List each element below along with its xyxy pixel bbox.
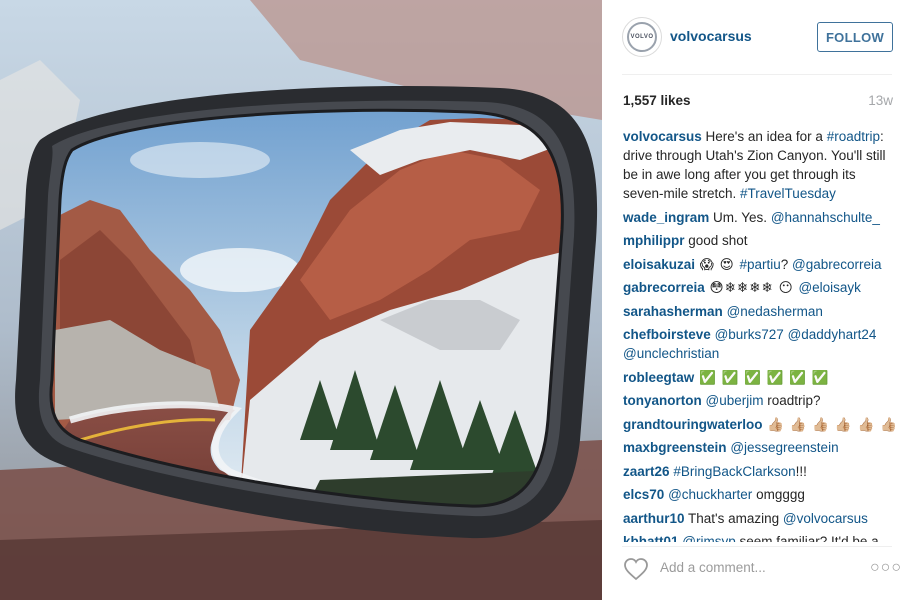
avatar[interactable]: VOLVO <box>622 17 662 57</box>
comment: gabrecorreia 😳❄❄❄❄ 😶 @eloisayk <box>623 278 898 297</box>
comment-text: roadtrip? <box>763 393 821 408</box>
post-username[interactable]: volvocarsus <box>670 28 752 44</box>
comment-mention[interactable]: @hannahschulte_ <box>771 210 880 225</box>
comment: elcs70 @chuckharter omgggg <box>623 485 898 504</box>
comment: grandtouringwaterloo 👍🏼 👍🏼 👍🏼 👍🏼 👍🏼 👍🏼 <box>623 415 898 434</box>
comment-text: good shot <box>684 233 748 248</box>
comment-username[interactable]: aarthur10 <box>623 511 685 526</box>
comment-mention[interactable]: @unclechristian <box>623 346 719 361</box>
comment-mention[interactable]: @chuckharter <box>668 487 752 502</box>
comment-text: ? <box>780 256 792 272</box>
comment-bar: ○○○ <box>602 547 917 600</box>
comment-text: 😱 😍 <box>695 256 740 272</box>
follow-button[interactable]: FOLLOW <box>817 22 893 52</box>
comment: aarthur10 That's amazing @volvocarsus <box>623 509 898 528</box>
volvo-logo-icon: VOLVO <box>627 22 657 52</box>
caption-text: Here's an idea for a <box>701 129 827 144</box>
comment-text: ✅ ✅ ✅ ✅ ✅ ✅ <box>694 369 830 385</box>
comment-mention[interactable]: @burks727 <box>715 327 784 342</box>
comment: chefboirsteve @burks727 @daddyhart24 @un… <box>623 325 898 363</box>
caption-hashtag[interactable]: #TravelTuesday <box>740 186 836 201</box>
comment-username[interactable]: maxbgreenstein <box>623 440 727 455</box>
comment-mention[interactable]: @uberjim <box>706 393 764 408</box>
comment: kbhatt01 @rimsyp seem familiar? It'd be … <box>623 532 898 542</box>
comment: tonyanorton @uberjim roadtrip? <box>623 391 898 410</box>
comment-username[interactable]: chefboirsteve <box>623 327 711 342</box>
comment: mphilippr good shot <box>623 231 898 250</box>
comment-username[interactable]: elcs70 <box>623 487 664 502</box>
comment-text: omgggg <box>752 487 805 502</box>
comment: wade_ingram Um. Yes. @hannahschulte_ <box>623 208 898 227</box>
comment-mention[interactable]: @rimsyp <box>682 534 735 542</box>
comment-mention[interactable]: @gabrecorreia <box>792 257 882 272</box>
comment-username[interactable]: eloisakuzai <box>623 257 695 272</box>
comment: zaart26 #BringBackClarkson!!! <box>623 462 898 481</box>
comment: sarahasherman @nedasherman <box>623 302 898 321</box>
comment-mention[interactable]: @volvocarsus <box>783 511 868 526</box>
more-options-icon[interactable]: ○○○ <box>870 559 902 577</box>
header-divider <box>622 74 892 75</box>
comment-username[interactable]: grandtouringwaterloo <box>623 417 763 432</box>
caption-username[interactable]: volvocarsus <box>623 129 702 144</box>
post-photo[interactable] <box>0 0 602 600</box>
avatar-logo-text: VOLVO <box>630 34 654 40</box>
comment-text: 👍🏼 👍🏼 👍🏼 👍🏼 👍🏼 👍🏼 <box>762 416 898 432</box>
comment-username[interactable]: robleegtaw <box>623 370 694 385</box>
comment: robleegtaw ✅ ✅ ✅ ✅ ✅ ✅ <box>623 368 898 387</box>
post-age[interactable]: 13w <box>868 93 893 108</box>
comment-username[interactable]: sarahasherman <box>623 304 723 319</box>
comment: eloisakuzai 😱 😍 #partiu? @gabrecorreia <box>623 255 898 274</box>
caption: volvocarsus Here's an idea for a #roadtr… <box>623 127 898 203</box>
comment-username[interactable]: gabrecorreia <box>623 280 705 295</box>
comment: maxbgreenstein @jessegreenstein <box>623 438 898 457</box>
comment-hashtag[interactable]: #BringBackClarkson <box>673 464 795 479</box>
comment-text: seem familiar? It'd be a <box>735 534 879 542</box>
add-comment-input[interactable] <box>660 560 860 575</box>
mirror-photo-illustration <box>0 0 602 600</box>
post-sidebar: VOLVO volvocarsus FOLLOW 1,557 likes 13w… <box>602 0 917 600</box>
comment-text: 😳❄❄❄❄ 😶 <box>704 280 799 295</box>
comment-text: !!! <box>795 463 807 479</box>
comment-hashtag[interactable]: #partiu <box>739 257 780 272</box>
comment-mention[interactable]: @nedasherman <box>727 304 823 319</box>
post-header: VOLVO volvocarsus FOLLOW <box>602 0 917 75</box>
comment-username[interactable]: kbhatt01 <box>623 534 679 542</box>
comment-username[interactable]: wade_ingram <box>623 210 709 225</box>
caption-hashtag[interactable]: #roadtrip <box>827 129 880 144</box>
comment-text: Um. Yes. <box>709 209 771 225</box>
comment-text: That's amazing <box>684 510 783 526</box>
comment-mention[interactable]: @daddyhart24 <box>788 327 877 342</box>
comment-mention[interactable]: @eloisayk <box>798 280 860 295</box>
comment-username[interactable]: tonyanorton <box>623 393 702 408</box>
comment-username[interactable]: zaart26 <box>623 464 670 479</box>
comment-mention[interactable]: @jessegreenstein <box>730 440 838 455</box>
comment-username[interactable]: mphilippr <box>623 233 685 248</box>
comments-list[interactable]: volvocarsus Here's an idea for a #roadtr… <box>623 127 898 542</box>
likes-count[interactable]: 1,557 likes <box>623 93 691 108</box>
heart-icon[interactable] <box>623 557 649 581</box>
